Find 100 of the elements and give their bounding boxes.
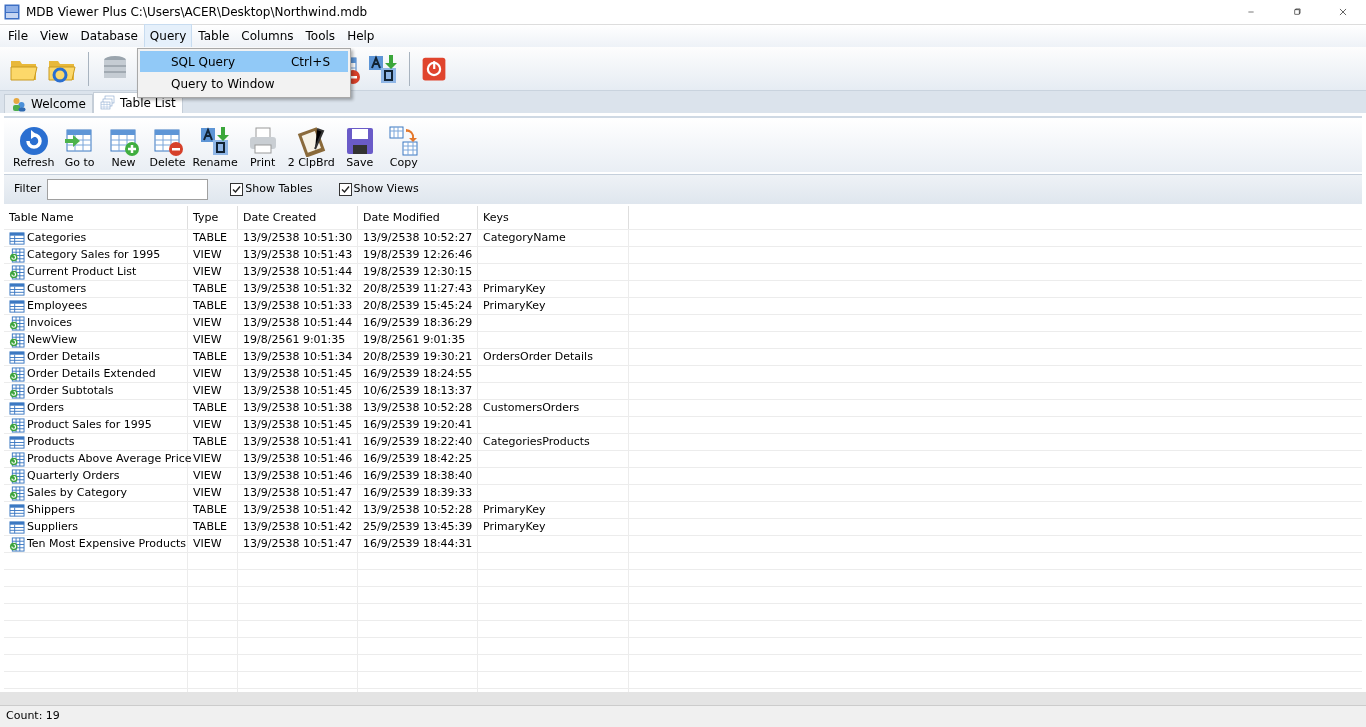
table-cell: TABLE [193, 298, 227, 314]
table-cell: 20/8/2539 19:30:21 [363, 349, 473, 365]
toolbar-button[interactable]: 2 ClpBrd [284, 125, 338, 170]
table-cell: VIEW [193, 451, 222, 467]
menu-option-label: Query to Window [171, 75, 275, 93]
people-icon [11, 96, 27, 112]
table-cell: Suppliers [27, 519, 79, 535]
table-cell: 16/9/2539 18:44:31 [363, 536, 473, 552]
table-cell: 13/9/2538 10:51:47 [243, 485, 353, 501]
menu-item[interactable]: Help [341, 24, 381, 48]
column-header[interactable]: Date Created [238, 206, 358, 229]
menu-item[interactable]: View [34, 24, 75, 48]
menu-item[interactable]: File [2, 24, 35, 48]
table-cell: 13/9/2538 10:51:43 [243, 247, 353, 263]
checkbox[interactable] [230, 183, 244, 196]
menu-item[interactable]: Tools [299, 24, 342, 48]
checkbox[interactable] [338, 183, 352, 196]
table-cell: Customers [27, 281, 87, 297]
table-cell: 13/9/2538 10:51:30 [243, 230, 353, 246]
table-cell: 19/8/2539 12:30:15 [363, 264, 473, 280]
table-cell: 13/9/2538 10:51:41 [243, 434, 353, 450]
table-cell: 16/9/2539 18:39:33 [363, 485, 473, 501]
table-cell: 13/9/2538 10:51:44 [243, 264, 353, 280]
view-icon [9, 366, 25, 382]
table-cell: PrimaryKey [483, 502, 546, 518]
table-cell: Orders [27, 400, 64, 416]
toolbar-button[interactable]: New [101, 125, 146, 170]
menu-item[interactable]: Table [192, 24, 236, 48]
toolbar-button[interactable]: Print [240, 125, 285, 170]
table-cell: CategoryName [483, 230, 566, 246]
toolbar-button[interactable]: Refresh [10, 125, 58, 170]
table-cell: TABLE [193, 349, 227, 365]
table-cell: VIEW [193, 383, 222, 399]
table-cell: TABLE [193, 434, 227, 450]
menu-option[interactable]: SQL Query Ctrl+S [140, 51, 348, 72]
table-cell: NewView [27, 332, 78, 348]
table-cell: Order Details Extended [27, 366, 156, 382]
clipboard-icon [295, 125, 328, 158]
table-cell: Product Sales for 1995 [27, 417, 152, 433]
table-cell: CustomersOrders [483, 400, 580, 416]
rename-icon [199, 125, 232, 158]
column-header[interactable]: Type [188, 206, 238, 229]
refresh-icon [17, 125, 50, 158]
table-cell: 13/9/2538 10:52:28 [363, 502, 473, 518]
table-cell: 13/9/2538 10:51:32 [243, 281, 353, 297]
table-cell: 13/9/2538 10:51:42 [243, 519, 353, 535]
column-header[interactable]: Keys [478, 206, 629, 229]
table-cell: 16/9/2539 18:36:29 [363, 315, 473, 331]
table-cell: 16/9/2539 18:24:55 [363, 366, 473, 382]
toolbar-button[interactable]: Go to [57, 125, 102, 170]
toolbar-button[interactable]: Copy [381, 125, 426, 170]
table-cell: 13/9/2538 10:52:28 [363, 400, 473, 416]
table-cell: VIEW [193, 264, 222, 280]
view-icon [9, 264, 25, 280]
table-cell: 16/9/2539 18:22:40 [363, 434, 473, 450]
tables-icon [99, 95, 116, 111]
table-icon [9, 502, 25, 518]
menu-item[interactable]: Columns [235, 24, 300, 48]
checkbox-label: Show Views [353, 181, 419, 198]
table-icon [9, 281, 25, 297]
table-icon [9, 519, 25, 535]
status-text: Count: 19 [6, 708, 60, 725]
table-cell: VIEW [193, 536, 222, 552]
checkbox-label: Show Tables [245, 181, 313, 198]
table-cell: 13/9/2538 10:51:45 [243, 417, 353, 433]
table-cell: Invoices [27, 315, 73, 331]
table-icon [9, 298, 25, 314]
toolbar-button[interactable]: Delete [145, 125, 190, 170]
menu-option[interactable]: Query to Window [140, 73, 348, 94]
menu-item[interactable]: Query [143, 24, 193, 48]
table-cell: VIEW [193, 468, 222, 484]
window-title: MDB Viewer Plus C:\Users\ACER\Desktop\Northwind.mdb [26, 4, 368, 21]
toolbar-button[interactable]: Rename [189, 125, 241, 170]
filter-field[interactable] [47, 179, 209, 200]
column-header[interactable]: Date Modified [358, 206, 478, 229]
view-icon [9, 417, 25, 433]
toolbar-button[interactable]: Save [337, 125, 382, 170]
table-icon [9, 400, 25, 416]
table-cell: 13/9/2538 10:51:45 [243, 366, 353, 382]
table-cell: 25/9/2539 13:45:39 [363, 519, 473, 535]
table-cell: 13/9/2538 10:51:45 [243, 383, 353, 399]
rename-icon[interactable] [367, 52, 399, 85]
table-cell: 16/9/2539 18:42:25 [363, 451, 473, 467]
tab[interactable]: Welcome [4, 94, 93, 113]
table-cell: Ten Most Expensive Products [27, 536, 187, 552]
table-cell: 13/9/2538 10:51:34 [243, 349, 353, 365]
column-header[interactable]: Table Name [4, 206, 188, 229]
table-cell: Categories [27, 230, 87, 246]
table-cell: PrimaryKey [483, 281, 546, 297]
menu-item[interactable]: Database [74, 24, 144, 48]
table-cell: VIEW [193, 247, 222, 263]
table-cell: 13/9/2538 10:51:42 [243, 502, 353, 518]
view-icon [9, 468, 25, 484]
table-cell: 19/8/2539 12:26:46 [363, 247, 473, 263]
table-cell: TABLE [193, 502, 227, 518]
view-icon [9, 315, 25, 331]
table-cell: 13/9/2538 10:51:44 [243, 315, 353, 331]
table-cell: 16/9/2539 19:20:41 [363, 417, 473, 433]
table-cell: TABLE [193, 519, 227, 535]
table-icon [9, 230, 25, 246]
